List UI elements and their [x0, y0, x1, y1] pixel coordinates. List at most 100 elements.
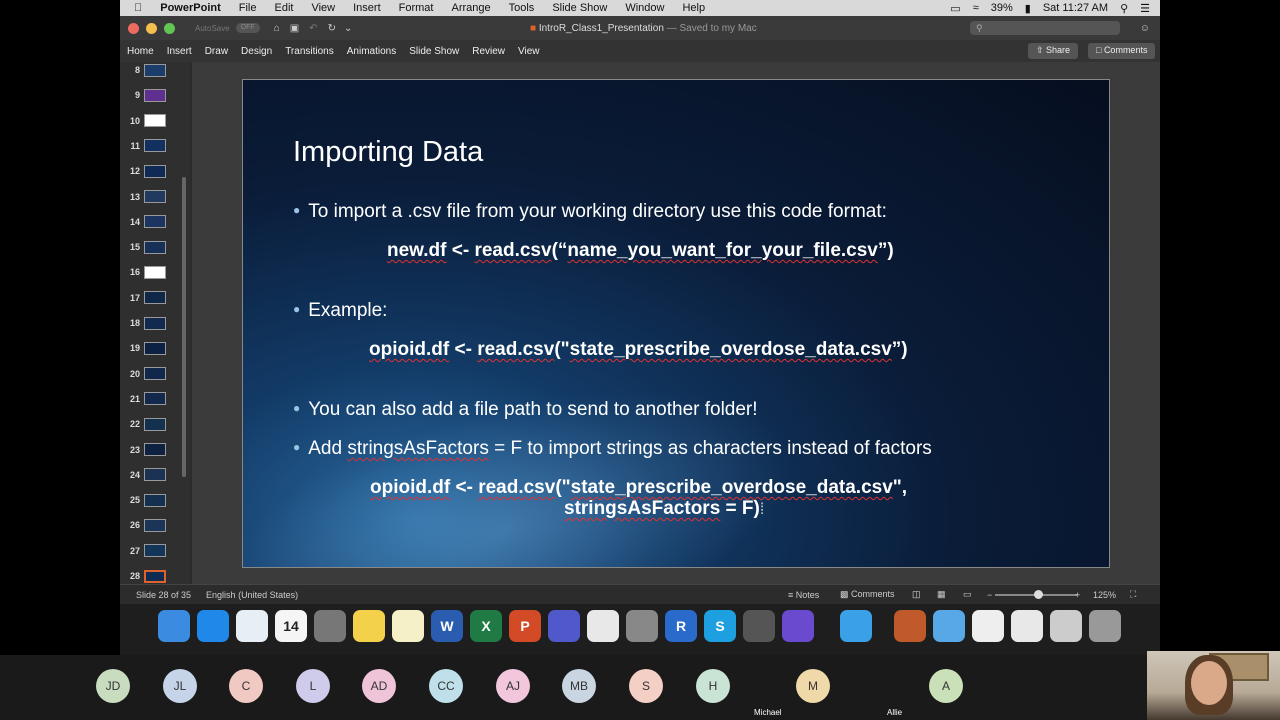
- menu-format[interactable]: Format: [399, 2, 434, 14]
- code-line-3[interactable]: opioid.df <- read.csv("state_prescribe_o…: [370, 477, 907, 499]
- powerpoint-icon[interactable]: P: [509, 610, 541, 642]
- comments-pane-button[interactable]: ▩ Comments: [840, 589, 895, 600]
- participant-avatar[interactable]: MB: [562, 669, 596, 703]
- zoom-slider-handle[interactable]: [1034, 590, 1043, 599]
- zoom-in-icon[interactable]: +: [1075, 590, 1080, 600]
- thumbnail-slide-27[interactable]: 27: [120, 540, 190, 562]
- slide-28[interactable]: Importing Data ● To import a .csv file fr…: [242, 79, 1110, 568]
- slide-title[interactable]: Importing Data: [293, 136, 483, 169]
- comments-button[interactable]: □ Comments: [1088, 43, 1156, 59]
- camera-icon[interactable]: [743, 610, 775, 642]
- thumbnail-slide-10[interactable]: 10: [120, 110, 190, 132]
- menu-app-name[interactable]: PowerPoint: [160, 2, 221, 14]
- clock[interactable]: Sat 11:27 AM: [1043, 2, 1108, 14]
- tab-view[interactable]: View: [518, 46, 540, 57]
- thumbnail-slide-19[interactable]: 19: [120, 337, 190, 359]
- tab-design[interactable]: Design: [241, 46, 272, 57]
- stickies-icon[interactable]: [353, 610, 385, 642]
- menu-help[interactable]: Help: [682, 2, 705, 14]
- close-window-button[interactable]: [128, 22, 139, 34]
- thumbnail-slide-15[interactable]: 15: [120, 236, 190, 258]
- bullet-3[interactable]: ● You can also add a file path to send to…: [293, 399, 758, 421]
- garageband-icon[interactable]: [894, 610, 926, 642]
- thumbnail-slide-16[interactable]: 16: [120, 261, 190, 283]
- smiley-feedback-icon[interactable]: ☺: [1140, 23, 1150, 34]
- participant-avatar[interactable]: JD: [96, 669, 130, 703]
- thumbnail-slide-8[interactable]: 8: [120, 59, 190, 81]
- home-icon[interactable]: ⌂: [274, 23, 280, 34]
- participant-avatar[interactable]: M: [796, 669, 830, 703]
- thumbnail-slide-21[interactable]: 21: [120, 388, 190, 410]
- excel-icon[interactable]: X: [470, 610, 502, 642]
- chrome-icon[interactable]: [587, 610, 619, 642]
- fit-to-window-icon[interactable]: ⛶: [1130, 589, 1136, 600]
- menu-slide-show[interactable]: Slide Show: [552, 2, 607, 14]
- save-icon[interactable]: ▣: [290, 23, 299, 34]
- notification-center-icon[interactable]: ☰: [1140, 2, 1150, 15]
- share-button[interactable]: ⇧ Share: [1028, 43, 1079, 59]
- slide-sorter-icon[interactable]: ▦: [937, 589, 946, 600]
- bullet-1[interactable]: ● To import a .csv file from your working…: [293, 201, 887, 223]
- zoom-level[interactable]: 125%: [1093, 590, 1116, 600]
- participant-avatar[interactable]: A: [929, 669, 963, 703]
- search-input[interactable]: ⚲: [970, 21, 1120, 35]
- redo-icon[interactable]: ↻: [328, 23, 336, 34]
- calendar-icon[interactable]: 14: [275, 610, 307, 642]
- wifi-icon[interactable]: ≈: [973, 2, 979, 14]
- tab-draw[interactable]: Draw: [205, 46, 228, 57]
- thumbnail-slide-13[interactable]: 13: [120, 186, 190, 208]
- calculator-icon[interactable]: [314, 610, 346, 642]
- participant-avatar[interactable]: AJ: [496, 669, 530, 703]
- menu-view[interactable]: View: [311, 2, 335, 14]
- finder-icon[interactable]: [158, 610, 190, 642]
- imovie-icon[interactable]: [782, 610, 814, 642]
- thumbnail-slide-25[interactable]: 25: [120, 489, 190, 511]
- tab-transitions[interactable]: Transitions: [285, 46, 334, 57]
- menu-file[interactable]: File: [239, 2, 257, 14]
- menu-insert[interactable]: Insert: [353, 2, 381, 14]
- thumbnail-slide-20[interactable]: 20: [120, 363, 190, 385]
- presenter-video[interactable]: [1147, 651, 1280, 720]
- bullet-2[interactable]: ● Example:: [293, 300, 387, 322]
- messages-icon[interactable]: [840, 610, 872, 642]
- trash-icon[interactable]: [1089, 610, 1121, 642]
- thumbnail-scrollbar[interactable]: [182, 177, 186, 477]
- thumbnail-slide-22[interactable]: 22: [120, 413, 190, 435]
- apple-icon[interactable]: : [134, 2, 142, 14]
- battery-icon[interactable]: ▮: [1025, 2, 1031, 15]
- menu-tools[interactable]: Tools: [509, 2, 535, 14]
- thumbnail-slide-12[interactable]: 12: [120, 160, 190, 182]
- autosave-toggle[interactable]: OFF: [235, 23, 260, 33]
- thumbnail-slide-9[interactable]: 9: [120, 84, 190, 106]
- minimize-window-button[interactable]: [146, 22, 157, 34]
- preview-icon[interactable]: [1011, 610, 1043, 642]
- language-indicator[interactable]: English (United States): [206, 590, 298, 600]
- participant-avatar[interactable]: H: [696, 669, 730, 703]
- display-icon[interactable]: ▭: [950, 2, 960, 15]
- normal-view-icon[interactable]: ◫: [912, 589, 921, 600]
- screenshot-icon[interactable]: [1050, 610, 1082, 642]
- participant-avatar[interactable]: S: [629, 669, 663, 703]
- thumbnail-slide-14[interactable]: 14: [120, 211, 190, 233]
- thumbnail-slide-23[interactable]: 23: [120, 439, 190, 461]
- reading-view-icon[interactable]: ▭: [963, 589, 972, 600]
- participant-avatar[interactable]: CC: [429, 669, 463, 703]
- thumbnail-slide-26[interactable]: 26: [120, 514, 190, 536]
- thumbnail-slide-17[interactable]: 17: [120, 287, 190, 309]
- thumbnail-slide-11[interactable]: 11: [120, 135, 190, 157]
- menu-edit[interactable]: Edit: [275, 2, 294, 14]
- itunes-icon[interactable]: [236, 610, 268, 642]
- undo-icon[interactable]: ↶: [309, 23, 317, 34]
- menu-arrange[interactable]: Arrange: [451, 2, 490, 14]
- thumbnail-slide-18[interactable]: 18: [120, 312, 190, 334]
- tab-review[interactable]: Review: [472, 46, 505, 57]
- skype-icon[interactable]: S: [704, 610, 736, 642]
- customize-toolbar-icon[interactable]: ⌄: [344, 23, 352, 34]
- battery-percent[interactable]: 39%: [991, 2, 1013, 14]
- tab-insert[interactable]: Insert: [167, 46, 192, 57]
- code-line-3-continued[interactable]: stringsAsFactors = F)⁞: [564, 498, 764, 520]
- folder-icon[interactable]: [933, 610, 965, 642]
- participant-avatar[interactable]: C: [229, 669, 263, 703]
- app-store-icon[interactable]: [197, 610, 229, 642]
- notes-icon[interactable]: [392, 610, 424, 642]
